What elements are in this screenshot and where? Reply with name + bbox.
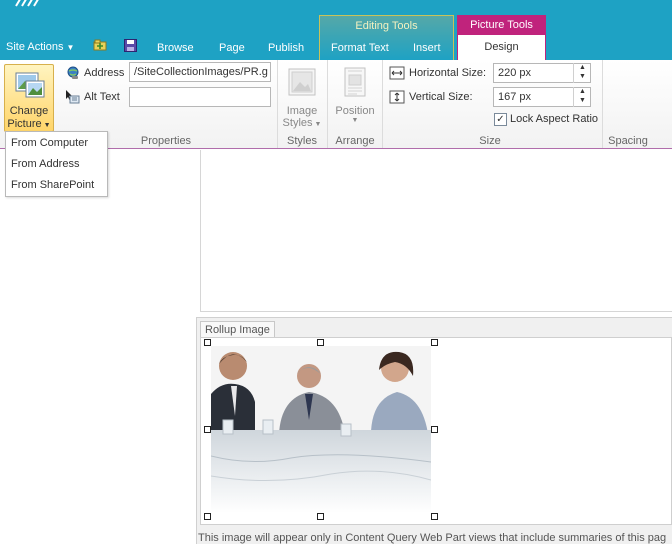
editing-tools-label: Editing Tools (355, 20, 418, 32)
menu-item-from-computer[interactable]: From Computer (11, 137, 88, 149)
group-label-spacing: Spacing (608, 135, 648, 147)
ribbon-separator (382, 60, 383, 148)
alt-text-icon (66, 90, 80, 104)
menu-item-from-sharepoint[interactable]: From SharePoint (11, 179, 94, 191)
site-actions-label: Site Actions (6, 41, 64, 53)
image-styles-button[interactable]: Image Styles ▼ (280, 66, 324, 129)
tab-browse[interactable]: Browse (157, 42, 194, 54)
chevron-down-icon: ▼ (43, 122, 51, 129)
page-content-frame (200, 150, 672, 312)
resize-handle-bottom-left[interactable] (204, 513, 211, 520)
horizontal-size-spinner[interactable]: ▲ ▼ (573, 63, 591, 83)
group-label-arrange: Arrange (335, 135, 375, 147)
horizontal-size-icon (389, 66, 405, 80)
change-picture-label-2-text: Picture (7, 118, 42, 130)
change-picture-menu: From Computer From Address From SharePoi… (5, 131, 108, 197)
ribbon-separator (277, 60, 278, 148)
position-label: Position (335, 105, 375, 117)
app-window: Site Actions ▼ Browse Page Publish Editin… (0, 0, 672, 544)
resize-handle-left[interactable] (204, 426, 211, 433)
tab-design[interactable]: Design (457, 35, 546, 61)
vertical-size-icon (389, 90, 405, 104)
position-icon (344, 67, 366, 97)
link-globe-icon (67, 66, 79, 79)
resize-handle-top[interactable] (317, 339, 324, 346)
save-icon[interactable] (124, 39, 137, 52)
ribbon-separator (602, 60, 603, 148)
position-button[interactable]: Position ▼ (330, 66, 380, 124)
group-label-properties: Properties (140, 135, 192, 147)
chevron-down-icon: ▼ (351, 117, 359, 124)
tab-insert[interactable]: Insert (413, 42, 441, 54)
change-picture-icon (15, 72, 45, 98)
tab-page[interactable]: Page (219, 42, 245, 54)
tab-format-text[interactable]: Format Text (331, 42, 389, 54)
sharepoint-logo-icon (15, 0, 39, 7)
image-styles-label-1: Image (286, 105, 318, 117)
image-styles-label-2: Styles ▼ (280, 117, 324, 129)
resize-handle-bottom[interactable] (317, 513, 324, 520)
image-styles-label-2-text: Styles (282, 117, 313, 129)
tab-publish[interactable]: Publish (268, 42, 304, 54)
meeting-photo (211, 346, 431, 513)
group-label-styles: Styles (287, 135, 317, 147)
lock-aspect-checkbox[interactable]: ✓ (494, 113, 507, 126)
site-actions-menu[interactable]: Site Actions ▼ (6, 41, 74, 53)
group-label-size: Size (479, 135, 501, 147)
top-bar: Site Actions ▼ Browse Page Publish Editin… (0, 0, 672, 60)
rollup-image-picture[interactable] (211, 346, 431, 513)
horizontal-size-label: Horizontal Size: (409, 67, 487, 79)
picture-tools-label: Picture Tools (470, 19, 533, 31)
ribbon-separator (327, 60, 328, 148)
picture-tools-group: Picture Tools (457, 15, 546, 35)
alt-text-field[interactable] (129, 87, 271, 107)
field-description: This image will appear only in Content Q… (198, 532, 667, 544)
edit-page-icon[interactable] (93, 39, 107, 51)
vertical-size-spinner[interactable]: ▲ ▼ (573, 87, 591, 107)
resize-handle-top-right[interactable] (431, 339, 438, 346)
change-picture-button[interactable]: Change Picture ▼ (4, 64, 54, 132)
change-picture-label-2: Picture ▼ (5, 118, 53, 130)
address-field[interactable]: /SiteCollectionImages/PR.g (129, 62, 271, 82)
resize-handle-bottom-right[interactable] (431, 513, 438, 520)
menu-item-from-address[interactable]: From Address (11, 158, 79, 170)
image-styles-icon (288, 68, 316, 96)
rollup-image-tab: Rollup Image (200, 321, 275, 338)
change-picture-label-1: Change (9, 105, 49, 117)
vertical-size-label: Vertical Size: (409, 91, 473, 103)
address-label: Address (84, 67, 125, 79)
resize-handle-top-left[interactable] (204, 339, 211, 346)
chevron-down-icon: ▼ (66, 43, 75, 52)
resize-handle-right[interactable] (431, 426, 438, 433)
alt-text-label: Alt Text (84, 91, 120, 103)
lock-aspect-label: Lock Aspect Ratio (510, 113, 599, 125)
chevron-down-icon: ▼ (314, 121, 322, 128)
